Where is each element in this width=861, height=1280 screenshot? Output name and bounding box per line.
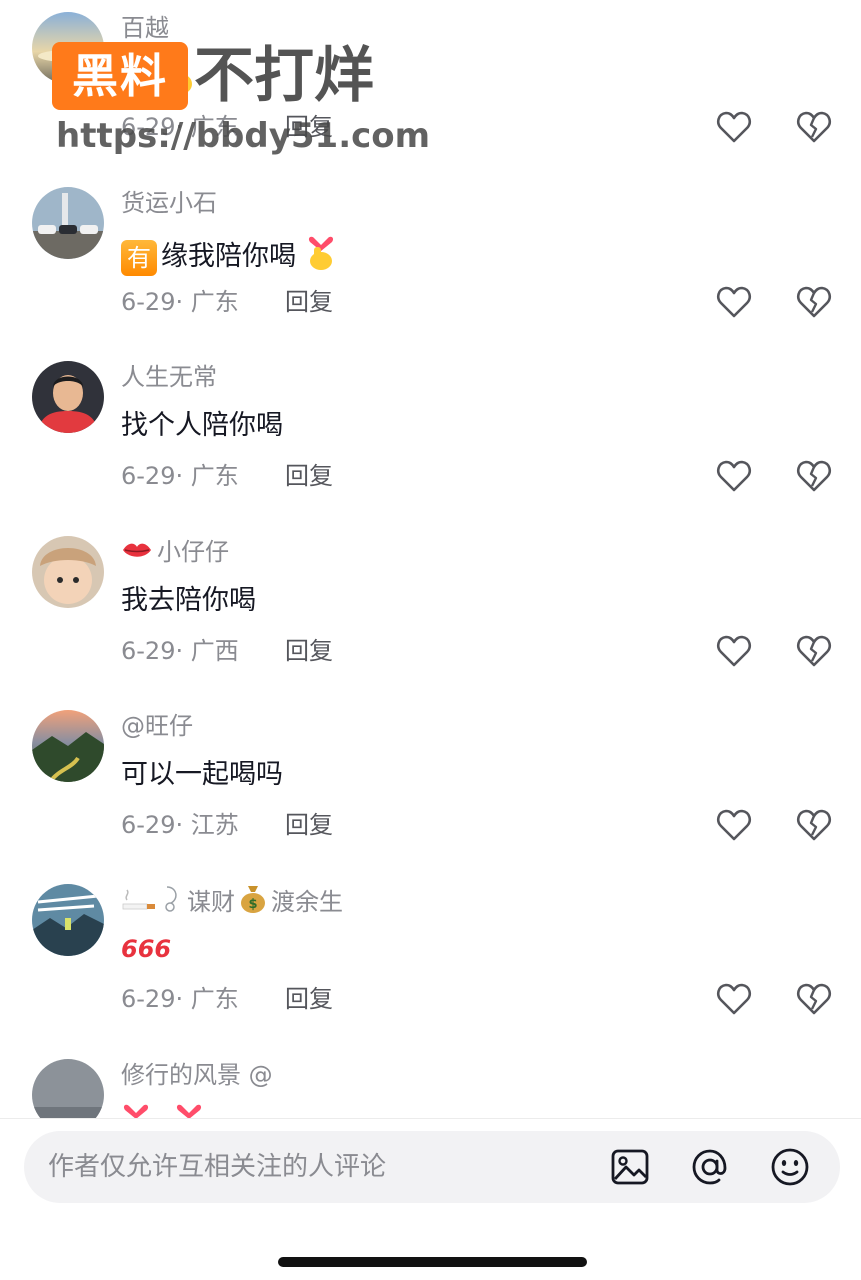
reply-button[interactable]: 回复 — [285, 459, 333, 493]
comment-meta: 6-29· 广东 — [121, 113, 239, 141]
comment-username-text: 小仔仔 — [157, 538, 229, 566]
comment-location: 江苏 — [190, 811, 239, 839]
comment-username-part: 谋财 — [187, 888, 235, 916]
comment-username[interactable]: 修行的风景 @ — [121, 1059, 273, 1091]
reply-button[interactable]: 回复 — [285, 808, 333, 842]
comment-text: 我去陪你喝 — [121, 585, 256, 616]
heart-hands-emoji-icon — [121, 1099, 151, 1118]
broken-heart-icon[interactable] — [796, 459, 832, 493]
broken-heart-icon[interactable] — [796, 982, 832, 1016]
comment-location: 广东 — [190, 462, 239, 490]
finger-heart-emoji-icon — [305, 233, 337, 282]
divider — [0, 1118, 861, 1119]
heart-outline-icon[interactable] — [716, 459, 752, 493]
comment-date: 6-29 — [121, 462, 176, 490]
broken-heart-icon[interactable] — [796, 285, 832, 319]
comment-item: @旺仔 可以一起喝吗 6-29· 江苏 回复 — [0, 698, 861, 872]
comment-username[interactable]: 货运小石 — [121, 187, 217, 219]
comment-date: 6-29 — [121, 985, 176, 1013]
comment-meta: 6-29· 江苏 — [121, 811, 239, 839]
at-icon[interactable] — [690, 1147, 730, 1187]
money-bag-emoji-icon: $ — [239, 884, 267, 922]
comment-date: 6-29 — [121, 113, 176, 141]
finger-heart-emoji-icon — [164, 58, 198, 107]
comment-text — [121, 58, 198, 107]
comment-text: 可以一起喝吗 — [121, 759, 283, 790]
avatar[interactable] — [32, 1059, 104, 1118]
heart-outline-icon[interactable] — [716, 285, 752, 319]
comment-meta: 6-29· 广西 — [121, 637, 239, 665]
home-indicator[interactable] — [278, 1257, 587, 1267]
broken-heart-icon[interactable] — [796, 110, 832, 144]
heart-outline-icon[interactable] — [716, 634, 752, 668]
comment-item: 谋财 $ 渡余生 666 6-29· 广东 回复 — [0, 872, 861, 1046]
avatar[interactable] — [32, 536, 104, 608]
comment-date: 6-29 — [121, 288, 176, 316]
comment-username[interactable]: 人生无常 — [121, 361, 217, 393]
comment-text: 666 — [121, 930, 171, 968]
comment-item: 百越 6-29· 广东 回复 — [0, 0, 861, 174]
comment-text-body: 缘我陪你喝 — [161, 241, 296, 272]
avatar[interactable] — [32, 187, 104, 259]
heart-outline-icon[interactable] — [716, 110, 752, 144]
comment-username[interactable]: @旺仔 — [121, 710, 193, 742]
reply-button[interactable]: 回复 — [285, 285, 333, 319]
comment-location: 广东 — [190, 288, 239, 316]
comment-item: 修行的风景 @ — [0, 1047, 861, 1118]
comment-meta: 6-29· 广东 — [121, 288, 239, 316]
heart-outline-icon[interactable] — [716, 982, 752, 1016]
svg-text:$: $ — [248, 897, 257, 912]
heart-outline-icon[interactable] — [716, 808, 752, 842]
heart-hands-emoji-icon — [174, 1099, 204, 1118]
comment-username[interactable]: 百越 — [121, 12, 169, 44]
comment-item: 人生无常 找个人陪你喝 6-29· 广东 回复 — [0, 349, 861, 523]
comment-location: 广东 — [190, 985, 239, 1013]
avatar[interactable] — [32, 12, 104, 84]
broken-heart-icon[interactable] — [796, 634, 832, 668]
comment-text — [121, 1099, 204, 1118]
comment-username[interactable]: 小仔仔 — [121, 536, 229, 569]
comment-meta: 6-29· 广东 — [121, 462, 239, 490]
image-icon[interactable] — [610, 1147, 650, 1187]
heart-emoji-icon — [121, 60, 155, 105]
kiss-emoji-icon — [121, 537, 153, 569]
comment-input[interactable]: 作者仅允许互相关注的人评论 — [24, 1131, 840, 1203]
comment-date: 6-29 — [121, 637, 176, 665]
comment-item: 小仔仔 我去陪你喝 6-29· 广西 回复 — [0, 524, 861, 698]
comment-text: 找个人陪你喝 — [121, 410, 283, 441]
comment-input-placeholder: 作者仅允许互相关注的人评论 — [48, 1152, 387, 1182]
broken-heart-icon[interactable] — [796, 808, 832, 842]
emoji-icon[interactable] — [770, 1147, 810, 1187]
comment-location: 广西 — [190, 637, 239, 665]
reply-button[interactable]: 回复 — [285, 634, 333, 668]
comment-username-part: 渡余生 — [271, 888, 343, 916]
earring-emoji-icon — [161, 885, 183, 921]
comment-item: 货运小石 有缘我陪你喝 6-29· 广东 回复 — [0, 175, 861, 349]
comment-username[interactable]: 谋财 $ 渡余生 — [121, 884, 343, 922]
cigarette-emoji-icon — [121, 886, 157, 920]
reply-button[interactable]: 回复 — [285, 982, 333, 1016]
comment-list: 百越 6-29· 广东 回复 货运小石 有 缘我陪你喝 6-29· 广东 回复 … — [0, 0, 861, 1118]
comment-location: 广东 — [190, 113, 239, 141]
reply-button[interactable]: 回复 — [285, 110, 333, 144]
avatar[interactable] — [32, 884, 104, 956]
badge-tag: 有 — [121, 239, 157, 276]
emoji-666: 666 — [121, 935, 172, 963]
avatar[interactable] — [32, 710, 104, 782]
avatar[interactable] — [32, 361, 104, 433]
comment-meta: 6-29· 广东 — [121, 985, 239, 1013]
comment-date: 6-29 — [121, 811, 176, 839]
comment-text: 有缘我陪你喝 — [121, 233, 337, 282]
